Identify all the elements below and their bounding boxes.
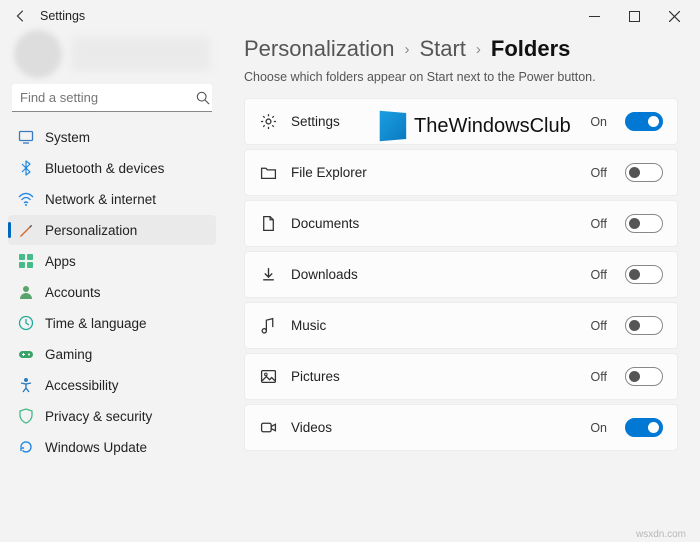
sidebar-item-update[interactable]: Windows Update	[8, 432, 216, 462]
user-panel[interactable]	[8, 32, 216, 80]
sidebar-item-bluetooth[interactable]: Bluetooth & devices	[8, 153, 216, 183]
toggle-state: On	[590, 115, 607, 129]
breadcrumb-personalization[interactable]: Personalization	[244, 36, 394, 62]
row-settings: Settings On	[244, 98, 678, 145]
nav: System Bluetooth & devices Network & int…	[8, 122, 216, 462]
sidebar-item-time[interactable]: Time & language	[8, 308, 216, 338]
videos-icon	[259, 419, 277, 437]
toggle-state: Off	[591, 217, 607, 231]
accessibility-icon	[18, 377, 34, 393]
gear-icon	[259, 113, 277, 131]
close-button[interactable]	[654, 1, 694, 31]
row-label: Downloads	[291, 267, 577, 282]
row-downloads: Downloads Off	[244, 251, 678, 298]
main: Personalization › Start › Folders Choose…	[222, 32, 700, 542]
document-icon	[259, 215, 277, 233]
window-title: Settings	[40, 9, 85, 23]
sidebar-item-accounts[interactable]: Accounts	[8, 277, 216, 307]
sidebar-item-label: Time & language	[45, 316, 147, 331]
footer-text: wsxdn.com	[636, 529, 686, 540]
bluetooth-icon	[18, 160, 34, 176]
breadcrumb-start[interactable]: Start	[419, 36, 465, 62]
search-input[interactable]	[20, 90, 196, 105]
sidebar-item-label: System	[45, 130, 90, 145]
sidebar-item-gaming[interactable]: Gaming	[8, 339, 216, 369]
folder-icon	[259, 164, 277, 182]
chevron-right-icon: ›	[404, 41, 409, 58]
row-music: Music Off	[244, 302, 678, 349]
search-box[interactable]	[12, 84, 212, 112]
sidebar-item-label: Privacy & security	[45, 409, 152, 424]
chevron-right-icon: ›	[476, 41, 481, 58]
toggle-downloads[interactable]	[625, 265, 663, 284]
sidebar-item-label: Gaming	[45, 347, 92, 362]
sidebar-item-label: Network & internet	[45, 192, 156, 207]
page-description: Choose which folders appear on Start nex…	[244, 70, 678, 84]
row-videos: Videos On	[244, 404, 678, 451]
back-button[interactable]	[6, 1, 36, 31]
sidebar-item-label: Bluetooth & devices	[45, 161, 164, 176]
sidebar: System Bluetooth & devices Network & int…	[0, 32, 222, 542]
row-file-explorer: File Explorer Off	[244, 149, 678, 196]
sidebar-item-system[interactable]: System	[8, 122, 216, 152]
sidebar-item-accessibility[interactable]: Accessibility	[8, 370, 216, 400]
sidebar-item-apps[interactable]: Apps	[8, 246, 216, 276]
settings-rows: Settings On File Explorer Off Documents …	[244, 98, 678, 451]
apps-icon	[18, 253, 34, 269]
accounts-icon	[18, 284, 34, 300]
sidebar-item-label: Windows Update	[45, 440, 147, 455]
sidebar-item-privacy[interactable]: Privacy & security	[8, 401, 216, 431]
search-icon	[196, 91, 210, 105]
row-label: Music	[291, 318, 577, 333]
time-icon	[18, 315, 34, 331]
row-label: File Explorer	[291, 165, 577, 180]
row-label: Pictures	[291, 369, 577, 384]
sidebar-item-label: Accessibility	[45, 378, 119, 393]
gaming-icon	[18, 346, 34, 362]
toggle-settings[interactable]	[625, 112, 663, 131]
sidebar-item-label: Personalization	[45, 223, 137, 238]
download-icon	[259, 266, 277, 284]
toggle-file-explorer[interactable]	[625, 163, 663, 182]
system-icon	[18, 129, 34, 145]
row-documents: Documents Off	[244, 200, 678, 247]
toggle-music[interactable]	[625, 316, 663, 335]
row-label: Settings	[291, 114, 576, 129]
toggle-state: Off	[591, 166, 607, 180]
toggle-state: On	[590, 421, 607, 435]
sidebar-item-network[interactable]: Network & internet	[8, 184, 216, 214]
toggle-videos[interactable]	[625, 418, 663, 437]
row-pictures: Pictures Off	[244, 353, 678, 400]
sidebar-item-label: Accounts	[45, 285, 101, 300]
privacy-icon	[18, 408, 34, 424]
user-info	[72, 37, 210, 71]
music-icon	[259, 317, 277, 335]
row-label: Videos	[291, 420, 576, 435]
maximize-button[interactable]	[614, 1, 654, 31]
row-label: Documents	[291, 216, 577, 231]
personalization-icon	[18, 222, 34, 238]
toggle-state: Off	[591, 370, 607, 384]
breadcrumb: Personalization › Start › Folders	[244, 36, 678, 62]
network-icon	[18, 191, 34, 207]
avatar	[14, 30, 62, 78]
toggle-documents[interactable]	[625, 214, 663, 233]
pictures-icon	[259, 368, 277, 386]
breadcrumb-folders: Folders	[491, 36, 570, 62]
sidebar-item-label: Apps	[45, 254, 76, 269]
update-icon	[18, 439, 34, 455]
toggle-state: Off	[591, 319, 607, 333]
toggle-state: Off	[591, 268, 607, 282]
titlebar: Settings	[0, 0, 700, 32]
toggle-pictures[interactable]	[625, 367, 663, 386]
minimize-button[interactable]	[574, 1, 614, 31]
sidebar-item-personalization[interactable]: Personalization	[8, 215, 216, 245]
